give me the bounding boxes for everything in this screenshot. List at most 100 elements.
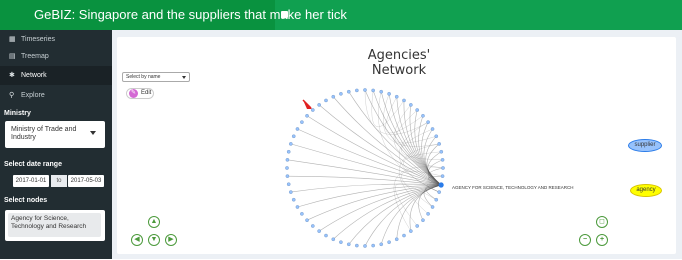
supplier-node[interactable] [289, 190, 293, 194]
supplier-node[interactable] [426, 120, 430, 124]
supplier-node[interactable] [355, 88, 359, 93]
sidebar-item-label: Timeseries [21, 36, 55, 43]
supplier-node[interactable] [285, 158, 290, 162]
supplier-node[interactable] [291, 197, 296, 202]
ministry-select-value: Ministry of Trade and Industry [11, 126, 77, 141]
supplier-node[interactable] [317, 103, 321, 107]
sidebar-item-network[interactable]: ✱ Network [0, 66, 112, 85]
supplier-node[interactable] [346, 242, 351, 247]
pan-left-button[interactable]: ◀ [131, 234, 143, 246]
supplier-node[interactable] [363, 88, 367, 92]
supplier-node[interactable] [441, 166, 445, 170]
supplier-node[interactable] [387, 240, 391, 244]
network-edge [395, 109, 437, 144]
supplier-node[interactable] [324, 233, 328, 238]
supplier-node[interactable] [295, 127, 300, 131]
zoom-out-button[interactable]: − [579, 234, 591, 246]
selected-node-tag[interactable]: Agency for Science, Technology and Resea… [8, 213, 101, 237]
edit-label: Edit [141, 90, 152, 96]
supplier-node[interactable] [430, 205, 435, 209]
sidebar-item-treemap[interactable]: ▤ Treemap [0, 47, 112, 66]
supplier-node[interactable] [409, 103, 413, 107]
supplier-node[interactable] [409, 229, 413, 233]
date-range-label: Select date range [4, 161, 62, 168]
supplier-node[interactable] [286, 182, 291, 187]
supplier-node[interactable] [394, 94, 399, 99]
supplier-node[interactable] [300, 120, 304, 124]
sidebar-toggle-icon[interactable] [281, 11, 288, 18]
supplier-node[interactable] [305, 218, 309, 222]
chevron-down-icon [90, 131, 96, 135]
sidebar-item-label: Treemap [21, 53, 49, 60]
supplier-node[interactable] [285, 174, 290, 178]
pencil-icon: ✎ [129, 89, 138, 98]
network-edge [418, 184, 442, 221]
highlighted-node-label: AGENCY FOR SCIENCE, TECHNOLOGY AND RESEA… [452, 185, 574, 190]
supplier-node[interactable] [331, 94, 336, 99]
grid-icon: ▤ [9, 53, 16, 60]
supplier-node[interactable] [439, 149, 444, 154]
select-nodes-label: Select nodes [4, 197, 48, 204]
supplier-node[interactable] [300, 212, 304, 216]
network-graph[interactable] [270, 80, 470, 260]
supplier-node[interactable] [379, 242, 384, 247]
supplier-node[interactable] [421, 218, 425, 222]
pan-down-button[interactable]: ▼ [148, 234, 160, 246]
sidebar-item-explore[interactable]: ⚲ Explore [0, 86, 112, 105]
select-by-name-dropdown[interactable]: Select by name [122, 72, 190, 82]
supplier-node[interactable] [415, 108, 419, 112]
select-by-name-value: Select by name [126, 74, 161, 80]
sidebar: ▦ Timeseries ▤ Treemap ✱ Network ⚲ Explo… [0, 30, 112, 259]
sidebar-item-label: Explore [21, 92, 45, 99]
supplier-node[interactable] [434, 197, 439, 202]
supplier-node[interactable] [402, 233, 406, 238]
supplier-node[interactable] [371, 88, 375, 93]
supplier-node[interactable] [371, 243, 375, 248]
supplier-node[interactable] [394, 237, 399, 242]
app-title: GeBIZ: Singapore and the suppliers that … [0, 0, 347, 30]
supplier-node[interactable] [415, 224, 419, 228]
supplier-node[interactable] [437, 142, 441, 146]
supplier-node[interactable] [286, 149, 291, 154]
supplier-node[interactable] [346, 89, 351, 94]
page-title: Agencies' Network [367, 48, 431, 78]
date-end-input[interactable]: 2017-05-03 [68, 175, 104, 187]
supplier-node[interactable] [339, 92, 343, 96]
ministry-select[interactable]: Ministry of Trade and Industry [5, 121, 105, 148]
select-nodes-input[interactable]: Agency for Science, Technology and Resea… [5, 210, 105, 241]
supplier-node[interactable] [289, 142, 293, 146]
supplier-node[interactable] [285, 166, 289, 170]
pan-up-button[interactable]: ▲ [148, 216, 160, 228]
supplier-node[interactable] [311, 224, 315, 228]
supplier-node[interactable] [305, 114, 309, 118]
supplier-node[interactable] [355, 243, 359, 248]
zoom-fit-button[interactable]: ◻ [596, 216, 608, 228]
supplier-node[interactable] [440, 174, 445, 178]
date-start-input[interactable]: 2017-01-01 [13, 175, 49, 187]
supplier-node[interactable] [331, 237, 336, 242]
supplier-node[interactable] [440, 158, 445, 162]
date-to-label: to [51, 175, 67, 187]
supplier-node[interactable] [421, 114, 425, 118]
supplier-node[interactable] [291, 134, 296, 139]
legend-agency[interactable]: agency [630, 184, 662, 197]
supplier-node[interactable] [324, 98, 328, 103]
legend-supplier[interactable]: supplier [628, 139, 662, 152]
supplier-node[interactable] [379, 89, 384, 94]
supplier-node[interactable] [339, 240, 343, 244]
pan-right-button[interactable]: ▶ [165, 234, 177, 246]
supplier-node[interactable] [402, 98, 406, 103]
supplier-node[interactable] [437, 190, 441, 194]
edit-button[interactable]: ✎ Edit [126, 88, 154, 99]
supplier-node[interactable] [430, 127, 435, 131]
network-nodes [285, 88, 445, 248]
supplier-node[interactable] [434, 134, 439, 139]
supplier-node[interactable] [426, 212, 430, 216]
supplier-node[interactable] [363, 244, 367, 248]
agency-node[interactable] [438, 182, 444, 188]
supplier-node[interactable] [295, 205, 300, 209]
zoom-in-button[interactable]: + [596, 234, 608, 246]
supplier-node[interactable] [387, 92, 391, 96]
supplier-node[interactable] [317, 229, 321, 233]
network-edge [383, 93, 440, 147]
